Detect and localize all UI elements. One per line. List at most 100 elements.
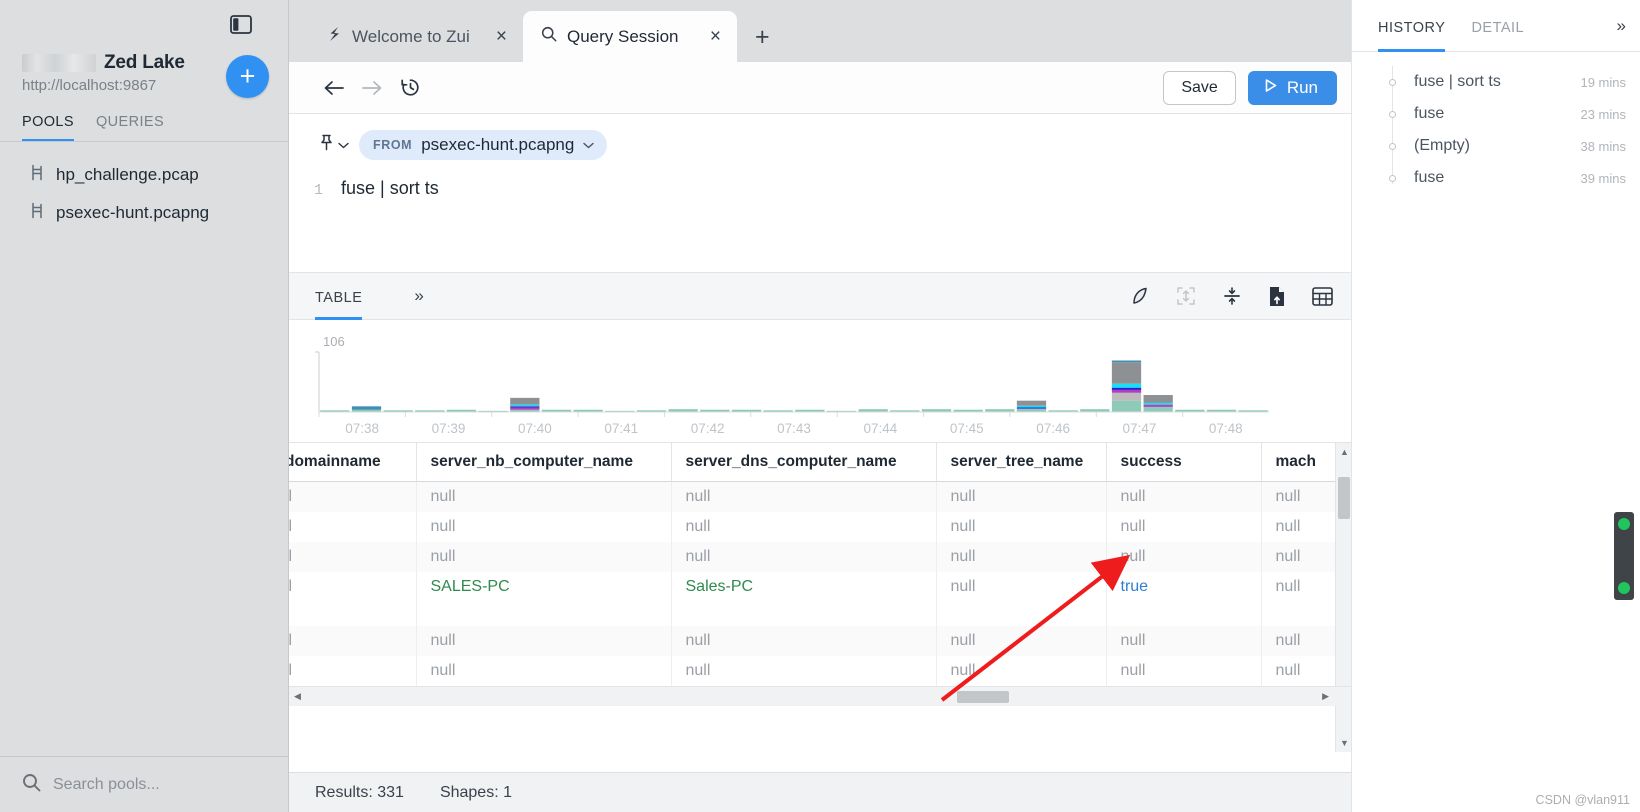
table-cell[interactable]: null [936, 512, 1107, 542]
pool-item-hp-challenge[interactable]: hp_challenge.pcap [0, 156, 288, 194]
save-button[interactable]: Save [1163, 70, 1236, 105]
tab-history[interactable]: HISTORY [1378, 0, 1446, 52]
table-cell[interactable]: null [936, 626, 1107, 656]
table-cell[interactable]: null [671, 626, 937, 656]
search-pools-input[interactable]: Search pools... [0, 756, 288, 812]
chevron-double-right-icon[interactable]: » [414, 286, 423, 306]
table-cell[interactable]: null [936, 572, 1107, 602]
collapse-vertical-icon[interactable] [1222, 286, 1242, 306]
horizontal-scrollbar[interactable]: ◀ ▶ [289, 686, 1351, 706]
table-cell[interactable]: null [1106, 481, 1262, 512]
table-cell[interactable]: null [671, 656, 937, 686]
table-cell[interactable]: null [416, 656, 672, 686]
tab-welcome-to-zui[interactable]: Welcome to Zui × [309, 11, 523, 62]
shark-fin-icon[interactable] [1130, 286, 1150, 306]
chart-bar-segment [1111, 362, 1142, 384]
table-row[interactable]: llnullnullnullnullnull [289, 481, 1351, 512]
new-tab-button[interactable]: + [737, 25, 784, 62]
right-panel: HISTORY DETAIL » fuse | sort ts 19 mins fu… [1351, 0, 1640, 812]
line-number: 1 [313, 182, 323, 199]
table-cell[interactable]: null [416, 481, 672, 512]
table-cell[interactable]: null [936, 656, 1107, 686]
search-pools-placeholder: Search pools... [53, 775, 160, 793]
tab-strip: Welcome to Zui × Query Session × + [289, 0, 1351, 62]
caret-down-icon[interactable]: ▼ [1340, 738, 1349, 748]
table-view-icon[interactable] [1312, 286, 1333, 306]
from-pool-pill[interactable]: FROM psexec-hunt.pcapng [359, 130, 608, 160]
column-header-server-nb-computer-name[interactable]: server_nb_computer_name [416, 443, 672, 482]
export-file-icon[interactable] [1268, 286, 1286, 307]
table-cell[interactable]: null [671, 542, 937, 572]
history-button[interactable] [391, 71, 429, 105]
table-cell[interactable]: true [1106, 572, 1262, 602]
floating-scroll-indicator[interactable] [1614, 512, 1634, 600]
chart-ymax-label: 106 [323, 334, 345, 349]
table-cell[interactable]: null [1106, 626, 1262, 656]
histogram-chart[interactable]: 106 07:38 07:39 07:40 07:41 07:42 07:43 07:44 07… [289, 320, 1351, 442]
chart-bar-segment [510, 406, 540, 408]
table-cell[interactable]: ll [289, 626, 417, 656]
column-header-domainname[interactable]: domainname [289, 443, 417, 482]
table-cell[interactable]: null [416, 626, 672, 656]
sidebar-tab-queries[interactable]: QUERIES [96, 114, 164, 142]
table-cell-empty [1106, 602, 1262, 626]
caret-left-icon[interactable]: ◀ [294, 691, 301, 702]
table-cell[interactable]: ll [289, 656, 417, 686]
tab-close-icon[interactable]: × [482, 27, 507, 46]
tab-detail[interactable]: DETAIL [1471, 0, 1524, 52]
back-button[interactable] [315, 71, 353, 105]
pool-item-psexec-hunt[interactable]: psexec-hunt.pcapng [0, 194, 288, 232]
table-cell[interactable]: SALES-PC [416, 572, 672, 602]
vertical-scroll-thumb[interactable] [1338, 477, 1350, 519]
chevron-double-right-icon[interactable]: » [1617, 16, 1626, 36]
column-header-success[interactable]: success [1106, 443, 1262, 482]
caret-up-icon[interactable]: ▲ [1340, 447, 1349, 457]
tab-table[interactable]: TABLE [315, 273, 363, 320]
from-pool-value: psexec-hunt.pcapng [421, 135, 575, 154]
table-row[interactable]: llSALES-PCSales-PCnulltruenull [289, 572, 1351, 602]
history-timestamp: 23 mins [1580, 106, 1626, 122]
chart-x-tick-label: 07:43 [777, 421, 811, 436]
caret-right-icon[interactable]: ▶ [1322, 691, 1329, 702]
panel-toggle-icon[interactable] [230, 14, 252, 34]
pin-dropdown[interactable] [319, 134, 349, 156]
add-pool-button[interactable]: + [226, 55, 269, 98]
horizontal-scroll-thumb[interactable] [957, 690, 1009, 703]
query-text[interactable]: fuse | sort ts [341, 178, 439, 199]
table-cell[interactable]: Sales-PC [671, 572, 937, 602]
history-item[interactable]: fuse | sort ts 19 mins [1352, 66, 1640, 98]
query-editor[interactable]: FROM psexec-hunt.pcapng 1 fuse | sort ts [289, 114, 1351, 272]
tab-close-icon[interactable]: × [696, 27, 721, 46]
run-button[interactable]: Run [1247, 70, 1337, 105]
table-cell[interactable]: ll [289, 542, 417, 572]
table-cell[interactable]: null [416, 512, 672, 542]
table-cell[interactable]: ll [289, 481, 417, 512]
table-cell[interactable]: null [1106, 542, 1262, 572]
table-cell[interactable]: null [936, 542, 1107, 572]
table-cell[interactable]: null [671, 512, 937, 542]
table-cell[interactable]: null [936, 481, 1107, 512]
chart-bar-segment [1143, 402, 1173, 405]
forward-button[interactable] [353, 71, 391, 105]
sidebar-tab-pools[interactable]: POOLS [22, 114, 74, 142]
table-cell[interactable]: null [1106, 656, 1262, 686]
table-cell[interactable]: ll [289, 512, 417, 542]
table-row[interactable]: llnullnullnullnullnull [289, 626, 1351, 656]
column-header-server-dns-computer-name[interactable]: server_dns_computer_name [671, 443, 937, 482]
history-item[interactable]: fuse 23 mins [1352, 98, 1640, 130]
table-cell[interactable]: ll [289, 572, 417, 602]
table-row[interactable]: llnullnullnullnullnull [289, 542, 1351, 572]
history-item[interactable]: (Empty) 38 mins [1352, 130, 1640, 162]
column-header-server-tree-name[interactable]: server_tree_name [936, 443, 1107, 482]
table-row[interactable]: llnullnullnullnullnull [289, 512, 1351, 542]
table-cell[interactable]: null [416, 542, 672, 572]
table-row[interactable]: llnullnullnullnullnull [289, 656, 1351, 686]
tab-query-session[interactable]: Query Session × [523, 11, 737, 62]
chart-bar-segment [1016, 405, 1047, 408]
table-cell[interactable]: null [1106, 512, 1262, 542]
pool-icon [30, 164, 45, 186]
table-cell[interactable]: null [671, 481, 937, 512]
history-item[interactable]: fuse 39 mins [1352, 162, 1640, 194]
expand-arrows-icon[interactable] [1176, 286, 1196, 306]
chart-bar-segment [1016, 407, 1047, 409]
